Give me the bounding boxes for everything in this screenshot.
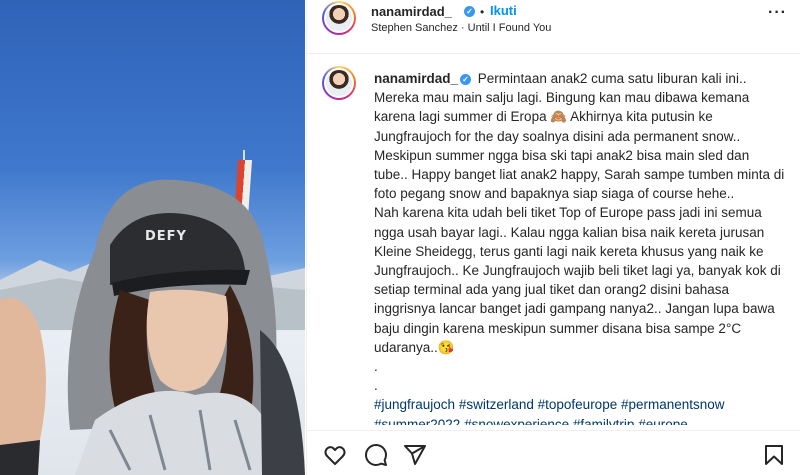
avatar[interactable] <box>322 1 356 35</box>
hashtag-link[interactable]: #switzerland <box>459 397 534 412</box>
comment-icon[interactable] <box>364 443 388 467</box>
hashtag-link[interactable]: #summer2022 <box>374 417 460 425</box>
verified-badge-icon: ✓ <box>460 74 472 85</box>
separator-dot: • <box>480 5 485 19</box>
music-info[interactable]: Stephen Sanchez · Until I Found You <box>371 22 551 34</box>
hashtag-link[interactable]: #snowexperience <box>464 417 569 425</box>
caption-dot: . <box>374 359 378 375</box>
caption-paragraph: Nah karena kita udah beli tiket Top of E… <box>374 205 781 355</box>
hashtag-list: #jungfraujoch #switzerland #topofeurope … <box>374 395 786 425</box>
caption-section: nanamirdad_ ✓ Permintaan anak2 cuma satu … <box>307 55 800 425</box>
post-media[interactable]: DEFY <box>0 0 305 475</box>
caption-username[interactable]: nanamirdad_ <box>374 71 458 86</box>
share-icon[interactable] <box>403 443 427 467</box>
caption-dot: . <box>374 378 378 394</box>
more-options-icon[interactable]: ··· <box>768 4 787 22</box>
hashtag-link[interactable]: #permanentsnow <box>621 397 725 412</box>
cap-logo-text: DEFY <box>145 229 187 244</box>
verified-badge-icon: ✓ <box>464 6 475 17</box>
caption-avatar[interactable] <box>322 66 356 100</box>
hashtag-link[interactable]: #topofeurope <box>538 397 618 412</box>
caption-paragraph: Permintaan anak2 cuma satu liburan kali … <box>374 71 785 202</box>
hashtag-link[interactable]: #jungfraujoch <box>374 397 455 412</box>
post-header: nanamirdad_ ✓ • Ikuti Stephen Sanchez · … <box>307 0 800 54</box>
post-sidebar: nanamirdad_ ✓ • Ikuti Stephen Sanchez · … <box>306 0 800 475</box>
heart-icon[interactable] <box>323 443 347 467</box>
caption-text: nanamirdad_ ✓ Permintaan anak2 cuma satu … <box>374 69 786 425</box>
action-bar <box>307 430 800 475</box>
username-link[interactable]: nanamirdad_ <box>371 4 452 19</box>
follow-button[interactable]: Ikuti <box>490 3 517 18</box>
hashtag-link[interactable]: #familytrip <box>573 417 635 425</box>
save-icon[interactable] <box>762 443 786 467</box>
hashtag-link[interactable]: #europe <box>638 417 688 425</box>
